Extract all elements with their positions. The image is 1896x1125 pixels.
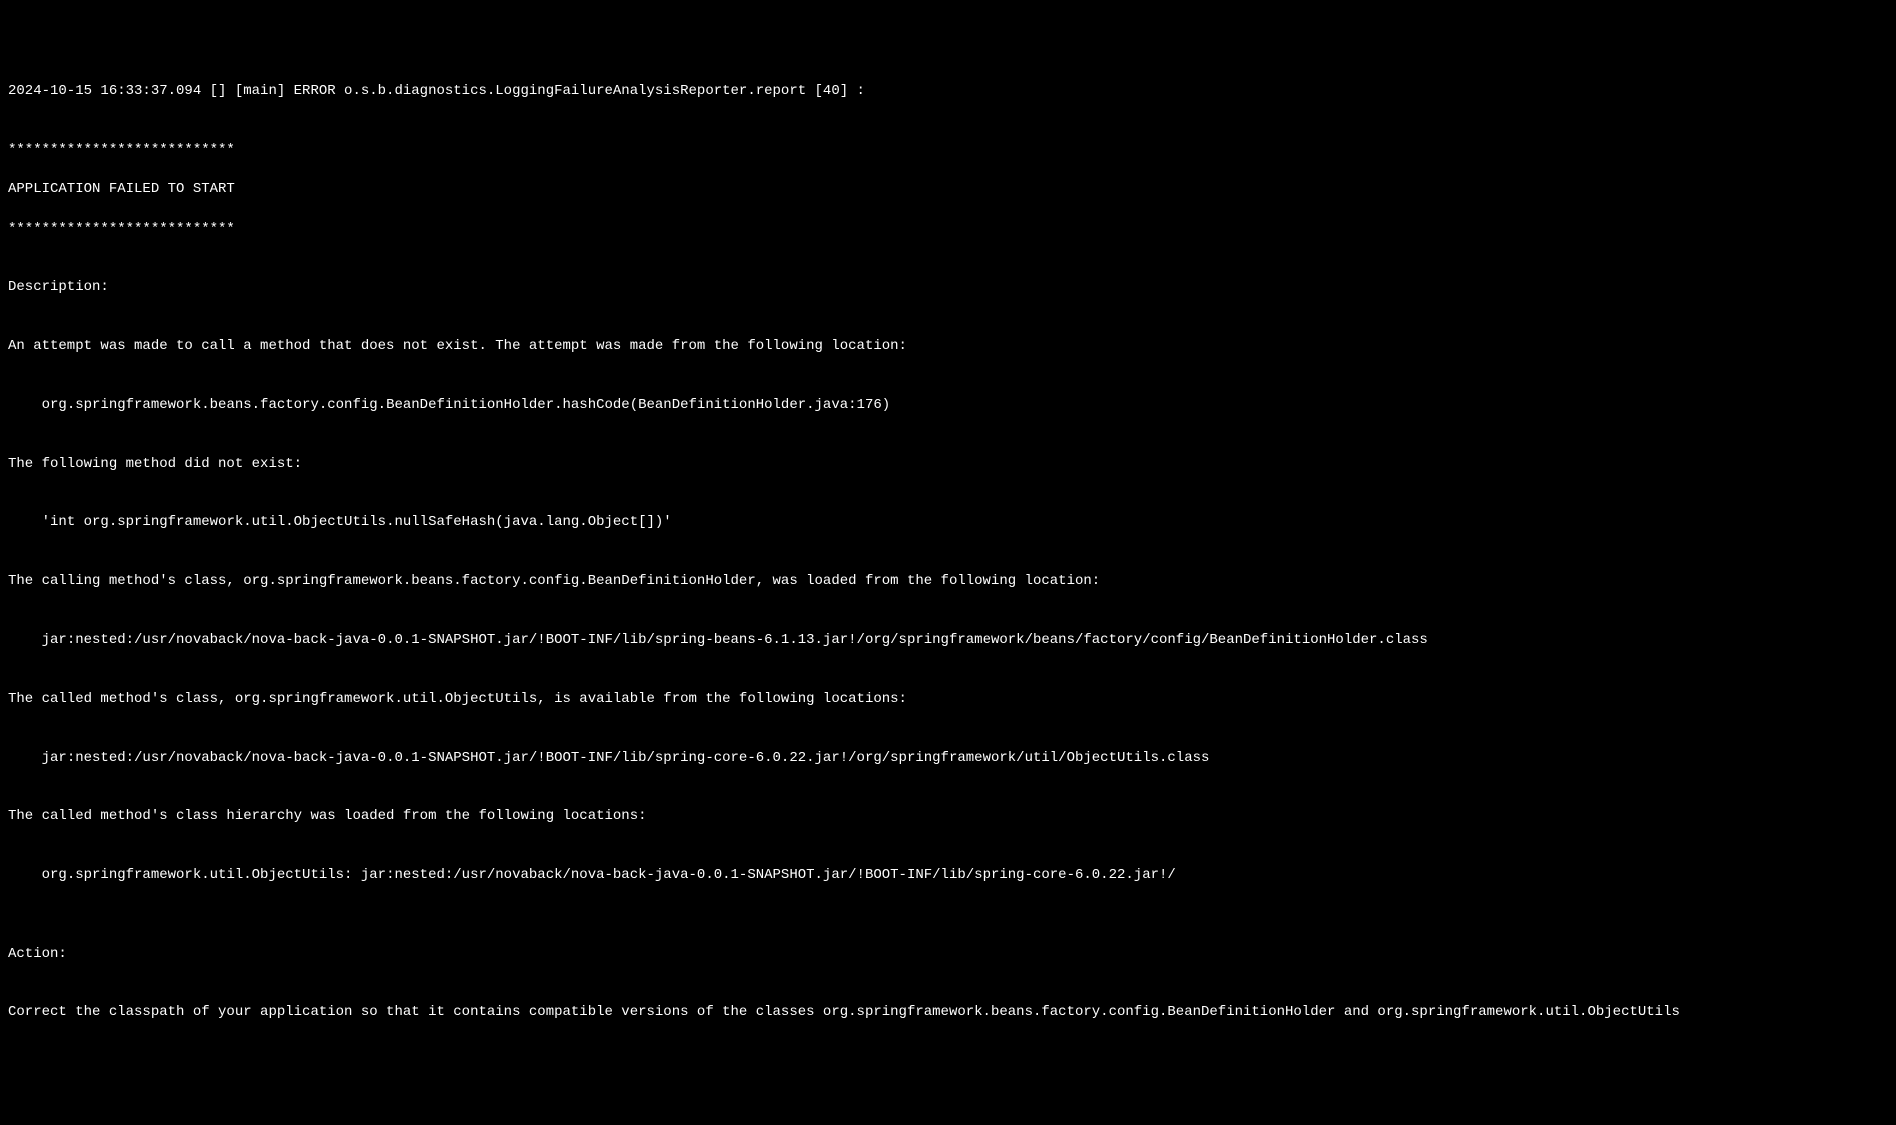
calling-location: org.springframework.beans.factory.config… [8,376,1888,415]
error-title: APPLICATION FAILED TO START [8,180,1888,200]
separator-bottom: *************************** [8,220,1888,240]
action-label: Action: [8,905,1888,964]
calling-class-location: jar:nested:/usr/novaback/nova-back-java-… [8,611,1888,650]
action-text: Correct the classpath of your applicatio… [8,984,1888,1023]
log-header: 2024-10-15 16:33:37.094 [] [main] ERROR … [8,82,1888,102]
called-class-label: The called method's class, org.springfra… [8,670,1888,709]
method-not-exist: 'int org.springframework.util.ObjectUtil… [8,494,1888,533]
method-not-exist-label: The following method did not exist: [8,435,1888,474]
called-class-location: jar:nested:/usr/novaback/nova-back-java-… [8,729,1888,768]
separator-top: *************************** [8,122,1888,161]
calling-class-label: The calling method's class, org.springfr… [8,553,1888,592]
description-intro: An attempt was made to call a method tha… [8,318,1888,357]
hierarchy-location: org.springframework.util.ObjectUtils: ja… [8,847,1888,886]
description-label: Description: [8,259,1888,298]
hierarchy-label: The called method's class hierarchy was … [8,788,1888,827]
